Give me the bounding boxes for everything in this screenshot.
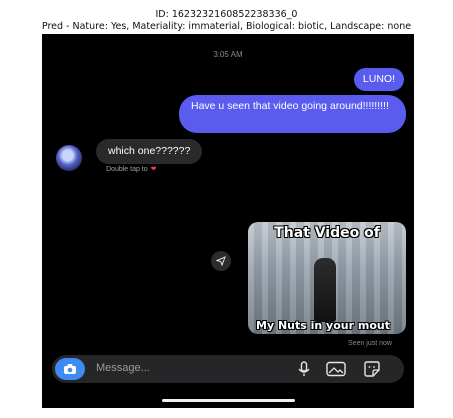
seen-status: Seen just now [348,340,392,347]
sticker-icon[interactable] [363,361,381,377]
sent-message-bubble[interactable]: Have u seen that video going around!!!!!… [179,95,406,133]
meme-top-text: That Video of [274,225,380,241]
chat-screen: 3:05 AM LUNO! Have u seen that video goi… [42,34,414,408]
contact-avatar[interactable] [56,145,82,171]
sent-message-bubble[interactable]: LUNO! [353,68,404,91]
home-indicator [162,399,295,402]
camera-icon[interactable] [55,358,85,380]
microphone-icon[interactable] [295,361,313,377]
share-icon[interactable] [211,251,231,271]
video-message-thumbnail[interactable]: That Video of My Nuts in your mout [248,222,406,334]
message-timestamp: 3:05 AM [213,50,243,59]
meme-bottom-text: My Nuts in your mout [256,319,390,332]
heart-icon: ❤ [150,166,157,173]
thumbnail-figure [314,258,336,322]
double-tap-hint: Double tap to ❤ [106,165,157,173]
gallery-icon[interactable] [326,361,346,377]
prediction-caption: Pred - Nature: Yes, Materiality: immater… [41,21,412,32]
received-message-bubble[interactable]: which one?????? [96,139,203,164]
image-id-caption: ID: 1623232160852238336_0 [155,9,298,20]
double-tap-label: Double tap to [106,166,148,173]
message-input[interactable]: Message... [96,362,150,374]
message-composer[interactable]: Message... [52,355,404,383]
